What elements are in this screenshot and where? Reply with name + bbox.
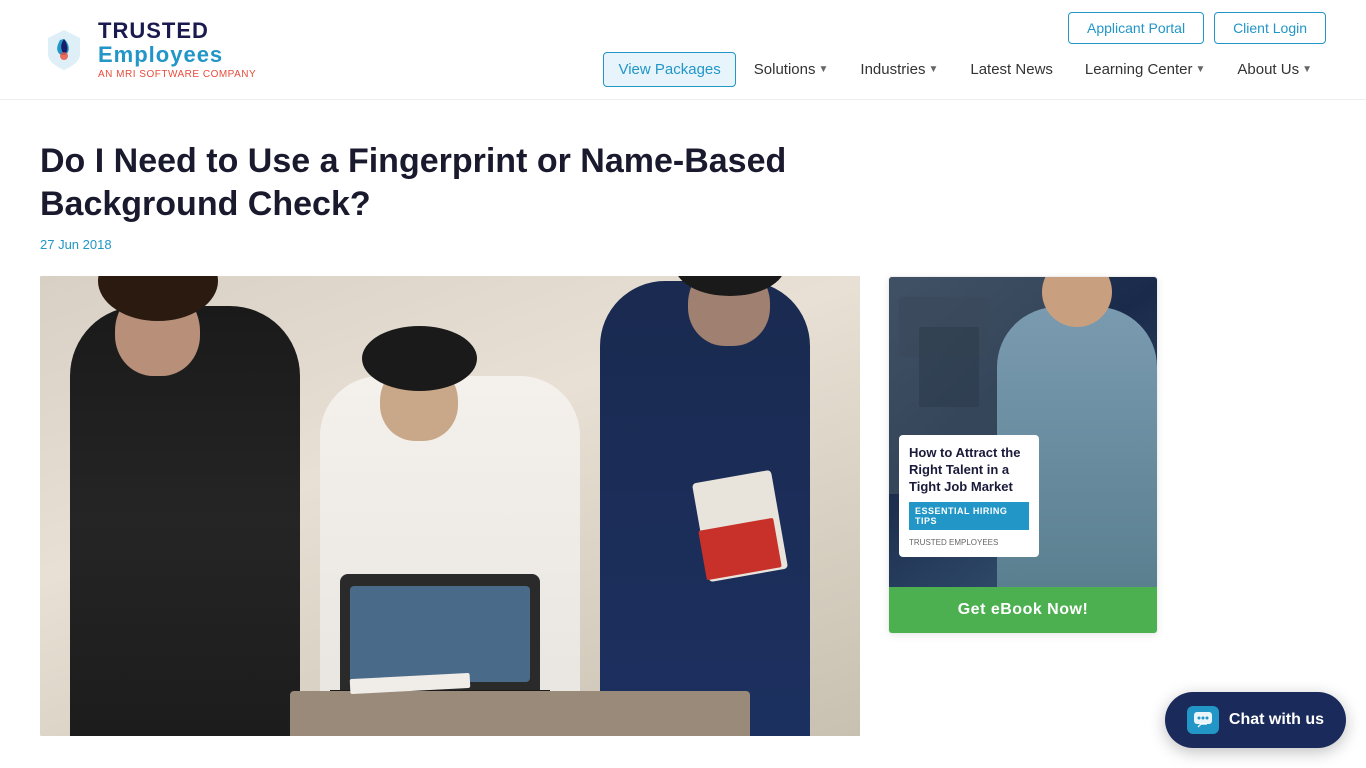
content-row: How to Attract the Right Talent in a Tig… <box>40 276 1326 736</box>
logo-text: TRUSTED Employees AN MRI SOFTWARE COMPAN… <box>98 19 256 80</box>
ebook-subtitle: ESSENTIAL HIRING TIPS <box>909 502 1029 530</box>
chat-bubble-icon <box>1193 711 1213 729</box>
ebook-cta-button[interactable]: Get eBook Now! <box>889 587 1157 633</box>
sidebar-ebook-card: How to Attract the Right Talent in a Tig… <box>888 276 1158 634</box>
logo-trusted: TRUSTED <box>98 19 256 43</box>
about-us-chevron-icon: ▼ <box>1302 64 1312 75</box>
nav-view-packages[interactable]: View Packages <box>603 52 735 87</box>
client-login-button[interactable]: Client Login <box>1214 12 1326 44</box>
nav-about-us[interactable]: About Us ▼ <box>1223 53 1326 86</box>
learning-center-chevron-icon: ▼ <box>1195 64 1205 75</box>
chat-icon <box>1187 706 1219 734</box>
nav-solutions[interactable]: Solutions ▼ <box>740 53 843 86</box>
ebook-logo-small: TRUSTED EMPLOYEES <box>909 538 1029 547</box>
logo-mri: AN MRI SOFTWARE COMPANY <box>98 69 256 80</box>
main-nav: View Packages Solutions ▼ Industries ▼ L… <box>603 52 1326 87</box>
header-right: Applicant Portal Client Login View Packa… <box>603 12 1326 87</box>
ebook-image: How to Attract the Right Talent in a Tig… <box>889 277 1157 587</box>
top-buttons: Applicant Portal Client Login <box>1068 12 1326 44</box>
industries-chevron-icon: ▼ <box>928 64 938 75</box>
logo-area[interactable]: TRUSTED Employees AN MRI SOFTWARE COMPAN… <box>40 19 256 80</box>
nav-latest-news[interactable]: Latest News <box>956 53 1067 86</box>
ebook-text-overlay: How to Attract the Right Talent in a Tig… <box>899 435 1039 557</box>
applicant-portal-button[interactable]: Applicant Portal <box>1068 12 1204 44</box>
nav-industries[interactable]: Industries ▼ <box>846 53 952 86</box>
chat-label: Chat with us <box>1229 711 1324 729</box>
logo-icon <box>40 26 88 74</box>
article-title: Do I Need to Use a Fingerprint or Name-B… <box>40 140 860 225</box>
nav-learning-center[interactable]: Learning Center ▼ <box>1071 53 1219 86</box>
solutions-chevron-icon: ▼ <box>819 64 829 75</box>
main-content: Do I Need to Use a Fingerprint or Name-B… <box>0 100 1366 736</box>
chat-widget[interactable]: Chat with us <box>1165 692 1346 748</box>
article-main-image <box>40 276 860 736</box>
site-header: TRUSTED Employees AN MRI SOFTWARE COMPAN… <box>0 0 1366 100</box>
ebook-title: How to Attract the Right Talent in a Tig… <box>909 445 1029 496</box>
article-date: 27 Jun 2018 <box>40 237 1326 252</box>
image-placeholder <box>40 276 860 736</box>
logo-employees: Employees <box>98 43 256 67</box>
